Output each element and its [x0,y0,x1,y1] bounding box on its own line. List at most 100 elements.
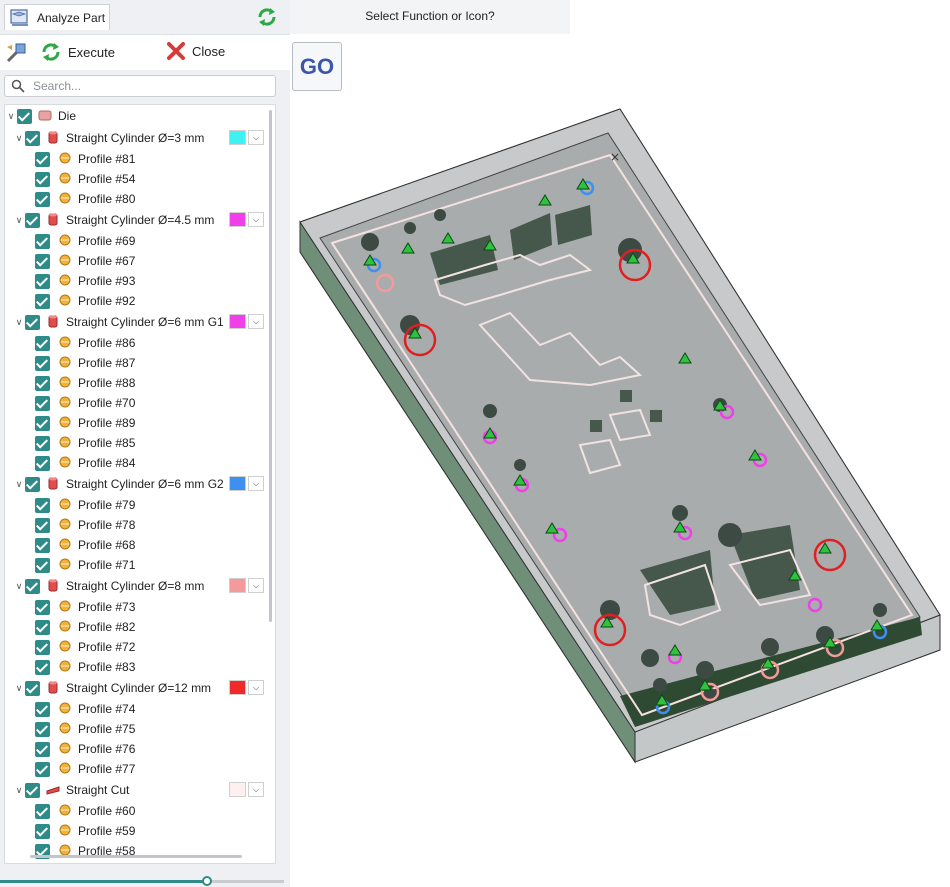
color-swatch[interactable] [229,476,246,491]
chevron-down-icon[interactable]: ∨ [5,111,17,122]
checkbox[interactable] [35,335,50,351]
checkbox[interactable] [35,761,50,777]
color-swatch[interactable] [229,578,246,593]
checkbox[interactable] [35,619,50,635]
tree-profile-item[interactable]: Profile #82 [5,617,269,637]
checkbox[interactable] [35,517,50,533]
chevron-down-icon[interactable]: ⌵ [248,212,264,227]
tree-profile-item[interactable]: Profile #88 [5,373,269,393]
tree-profile-item[interactable]: Profile #75 [5,719,269,739]
checkbox[interactable] [35,803,50,819]
tree-profile-item[interactable]: Profile #89 [5,413,269,433]
tree-group[interactable]: ∨ Straight Cylinder Ø=6 mm G1 ⌵ [5,311,269,333]
chevron-down-icon[interactable]: ⌵ [248,314,264,329]
tree-group[interactable]: ∨ Straight Cylinder Ø=3 mm ⌵ [5,127,269,149]
tree-profile-item[interactable]: Profile #85 [5,433,269,453]
checkbox[interactable] [35,455,50,471]
chevron-down-icon[interactable]: ⌵ [248,680,264,695]
checkbox[interactable] [25,476,40,492]
close-button[interactable]: Close [166,41,225,61]
checkbox[interactable] [25,782,40,798]
checkbox[interactable] [35,537,50,553]
tree-profile-item[interactable]: Profile #76 [5,739,269,759]
tab-analyze-part[interactable]: Analyze Part [4,4,110,30]
checkbox[interactable] [35,273,50,289]
tree-profile-item[interactable]: Profile #54 [5,169,269,189]
checkbox[interactable] [35,355,50,371]
chevron-down-icon[interactable]: ⌵ [248,782,264,797]
checkbox[interactable] [35,233,50,249]
checkbox[interactable] [35,375,50,391]
3d-viewport[interactable]: × [290,95,950,887]
go-button[interactable]: GO [292,42,342,91]
checkbox[interactable] [35,741,50,757]
checkbox[interactable] [35,599,50,615]
tree-profile-item[interactable]: Profile #67 [5,251,269,271]
tree-group[interactable]: ∨ Straight Cylinder Ø=12 mm ⌵ [5,677,269,699]
chevron-down-icon[interactable]: ∨ [13,785,25,796]
tree-profile-item[interactable]: Profile #84 [5,453,269,473]
tree-profile-item[interactable]: Profile #80 [5,189,269,209]
checkbox[interactable] [35,171,50,187]
chevron-down-icon[interactable]: ∨ [13,133,25,144]
color-swatch[interactable] [229,314,246,329]
execute-button[interactable]: Execute [40,41,115,63]
checkbox[interactable] [35,435,50,451]
color-swatch[interactable] [229,130,246,145]
tree-profile-item[interactable]: Profile #59 [5,821,269,841]
chevron-down-icon[interactable]: ∨ [13,215,25,226]
checkbox[interactable] [35,823,50,839]
tree-profile-item[interactable]: Profile #69 [5,231,269,251]
checkbox[interactable] [35,191,50,207]
checkbox[interactable] [25,212,40,228]
chevron-down-icon[interactable]: ⌵ [248,130,264,145]
color-swatch[interactable] [229,782,246,797]
tree-profile-item[interactable]: Profile #70 [5,393,269,413]
checkbox[interactable] [35,497,50,513]
tree-group[interactable]: ∨ Straight Cylinder Ø=4.5 mm ⌵ [5,209,269,231]
tree-profile-item[interactable]: Profile #58 [5,841,269,861]
checkbox[interactable] [35,253,50,269]
tree-profile-item[interactable]: Profile #93 [5,271,269,291]
tree-profile-item[interactable]: Profile #74 [5,699,269,719]
checkbox[interactable] [35,659,50,675]
checkbox[interactable] [25,578,40,594]
chevron-down-icon[interactable]: ∨ [13,581,25,592]
tree-group[interactable]: ∨ Straight Cut ⌵ [5,779,269,801]
checkbox[interactable] [35,639,50,655]
tree-group[interactable]: ∨ Straight Cylinder Ø=6 mm G2 ⌵ [5,473,269,495]
checkbox[interactable] [35,395,50,411]
tree-profile-item[interactable]: Profile #68 [5,535,269,555]
checkbox[interactable] [35,701,50,717]
chevron-down-icon[interactable]: ⌵ [248,578,264,593]
color-swatch[interactable] [229,212,246,227]
checkbox[interactable] [35,415,50,431]
tree-vertical-scrollbar[interactable] [269,110,272,622]
search-box[interactable] [4,75,276,97]
tree-horizontal-scrollbar[interactable] [30,855,242,858]
chevron-down-icon[interactable]: ⌵ [248,476,264,491]
tree-group[interactable]: ∨ Straight Cylinder Ø=8 mm ⌵ [5,575,269,597]
checkbox[interactable] [25,314,40,330]
chevron-down-icon[interactable]: ∨ [13,317,25,328]
tool-icon[interactable] [4,41,28,65]
checkbox[interactable] [35,151,50,167]
tree-profile-item[interactable]: Profile #92 [5,291,269,311]
checkbox[interactable] [25,130,40,146]
tree-profile-item[interactable]: Profile #73 [5,597,269,617]
tree-profile-item[interactable]: Profile #72 [5,637,269,657]
search-input[interactable] [31,78,261,94]
tree-profile-item[interactable]: Profile #60 [5,801,269,821]
refresh-icon[interactable] [256,6,278,28]
checkbox[interactable] [17,108,32,124]
checkbox[interactable] [35,721,50,737]
chevron-down-icon[interactable]: ∨ [13,479,25,490]
checkbox[interactable] [35,557,50,573]
tree-profile-item[interactable]: Profile #81 [5,149,269,169]
chevron-down-icon[interactable]: ∨ [13,683,25,694]
color-swatch[interactable] [229,680,246,695]
tree-profile-item[interactable]: Profile #77 [5,759,269,779]
tree-profile-item[interactable]: Profile #79 [5,495,269,515]
checkbox[interactable] [25,680,40,696]
tree-profile-item[interactable]: Profile #71 [5,555,269,575]
